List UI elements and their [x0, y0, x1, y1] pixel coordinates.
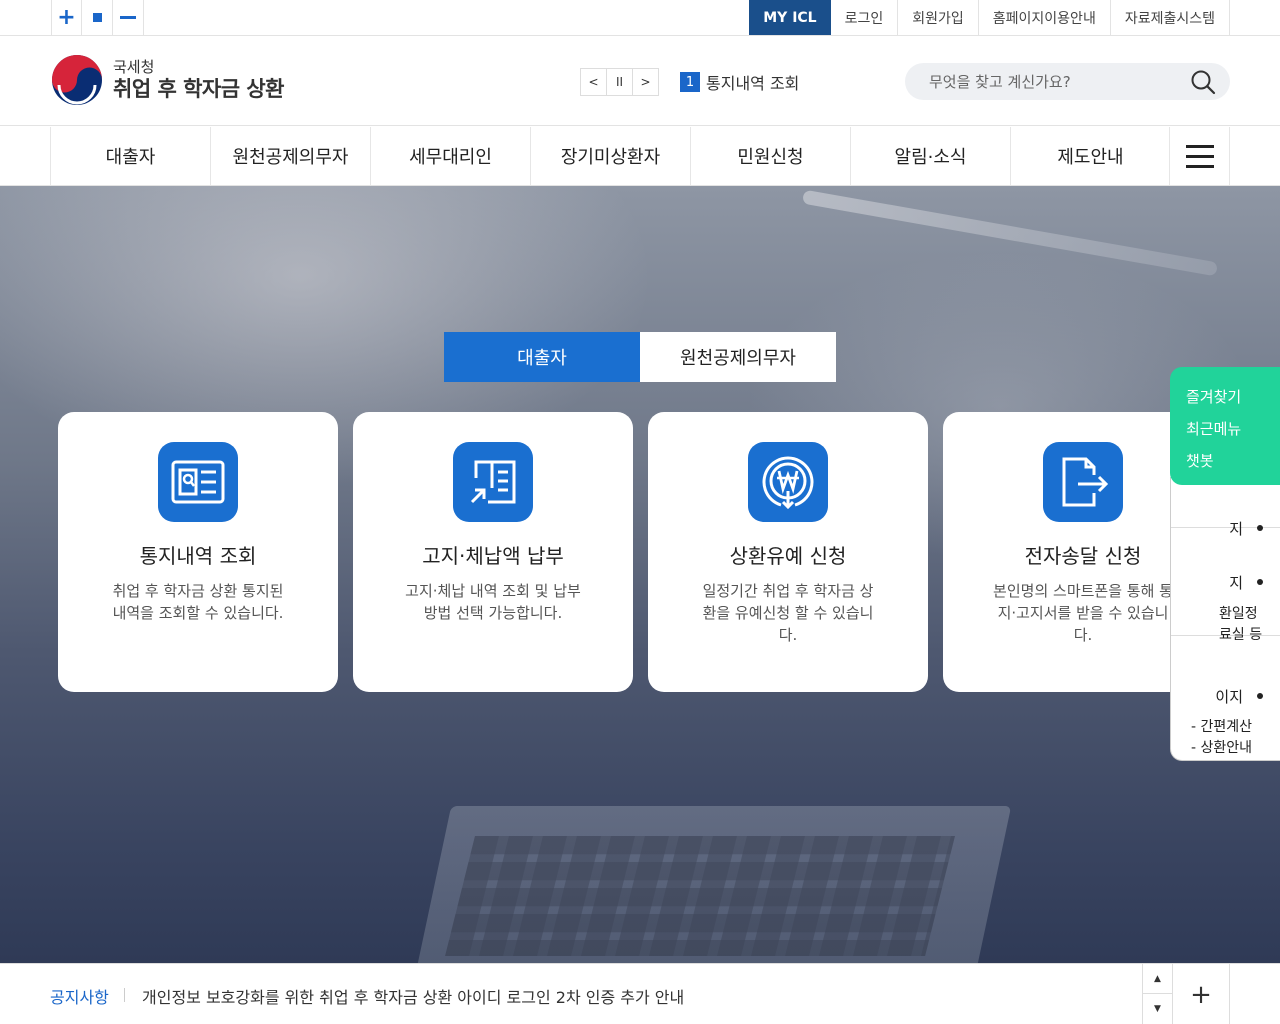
notice-message-link[interactable]: 개인정보 보호강화를 위한 취업 후 학자금 상환 아이디 로그인 2차 인증 …	[142, 984, 684, 1008]
square-icon	[92, 13, 102, 22]
hamburger-menu-icon[interactable]	[1169, 127, 1230, 185]
card-description: 고지·체납 내역 조회 및 납부방법 선택 가능합니다.	[405, 582, 581, 622]
document-export-icon	[1043, 442, 1123, 522]
zoom-controls: +	[51, 0, 144, 35]
nav-item-borrower[interactable]: 대출자	[50, 127, 210, 185]
taegeuk-logo-icon	[52, 55, 102, 105]
search-input[interactable]	[929, 63, 1179, 100]
card-payment[interactable]: 고지·체납액 납부 고지·체납 내역 조회 및 납부방법 선택 가능합니다.	[353, 412, 633, 692]
minus-icon	[120, 16, 136, 19]
notice-more-button[interactable]: +	[1172, 964, 1230, 1024]
site-header: 국세청 취업 후 학자금 상환 < II > 1 통지내역 조회	[0, 36, 1280, 126]
card-title: 고지·체납액 납부	[422, 544, 564, 568]
hero-section: 대출자 원천공제의무자 통지내역 조회 취업 후 학자금 상환 통지된 내역을 …	[0, 186, 1280, 963]
zoom-reset-button[interactable]	[82, 0, 113, 35]
nav-item-withholding-agent[interactable]: 원천공제의무자	[210, 127, 370, 185]
zoom-in-button[interactable]: +	[51, 0, 82, 35]
quick-menu-green: 즐겨찾기 최근메뉴 챗봇	[1170, 367, 1280, 485]
notice-next-button[interactable]: ▼	[1143, 994, 1172, 1024]
quick-link-2[interactable]: 지 환일정 료실 등	[1171, 528, 1280, 643]
data-submission-link[interactable]: 자료제출시스템	[1111, 0, 1230, 35]
top-utility-bar: + MY ICL 로그인 회원가입 홈페이지이용안내 자료제출시스템	[0, 0, 1280, 36]
nav-item-civil-request[interactable]: 민원신청	[690, 127, 850, 185]
document-search-icon	[158, 442, 238, 522]
service-cards: 통지내역 조회 취업 후 학자금 상환 통지된 내역을 조회할 수 있습니다. …	[58, 412, 1223, 692]
nav-item-tax-agent[interactable]: 세무대리인	[370, 127, 530, 185]
quick-recent-menu[interactable]: 최근메뉴	[1186, 413, 1280, 445]
my-icl-link[interactable]: MY ICL	[749, 0, 831, 35]
prev-button[interactable]: <	[580, 68, 607, 96]
card-notice-inquiry[interactable]: 통지내역 조회 취업 후 학자금 상환 통지된 내역을 조회할 수 있습니다.	[58, 412, 338, 692]
card-deferral[interactable]: 상환유예 신청 일정기간 취업 후 학자금 상환을 유예신청 할 수 있습니다.	[648, 412, 928, 692]
notice-divider	[124, 988, 125, 1002]
quick-chatbot[interactable]: 챗봇	[1186, 445, 1280, 477]
nav-item-news[interactable]: 알림·소식	[850, 127, 1010, 185]
card-title: 통지내역 조회	[139, 544, 257, 568]
main-navigation: 대출자 원천공제의무자 세무대리인 장기미상환자 민원신청 알림·소식 제도안내	[0, 127, 1280, 186]
tab-borrower[interactable]: 대출자	[444, 332, 640, 382]
notice-arrows: ▲ ▼	[1142, 964, 1172, 1024]
card-title: 상환유예 신청	[729, 544, 847, 568]
zoom-out-button[interactable]	[113, 0, 144, 35]
search-box	[905, 63, 1230, 100]
card-description: 본인명의 스마트폰을 통해 통지·고지서를 받을 수 있습니다.	[993, 582, 1173, 644]
logo-subtitle: 국세청	[113, 58, 155, 76]
rolling-ticker[interactable]: 1 통지내역 조회	[680, 70, 799, 94]
nav-item-long-term-unpaid[interactable]: 장기미상환자	[530, 127, 690, 185]
hero-tabs: 대출자 원천공제의무자	[444, 332, 836, 382]
document-arrow-icon	[453, 442, 533, 522]
tab-withholding-agent[interactable]: 원천공제의무자	[640, 332, 836, 382]
pause-button[interactable]: II	[606, 68, 633, 96]
quick-menu-links: 지 지 환일정 료실 등 이지 - 간편계산 - 상환안내	[1170, 477, 1280, 761]
next-button[interactable]: >	[632, 68, 659, 96]
quick-link-3[interactable]: 이지 - 간편계산 - 상환안내	[1171, 636, 1280, 762]
ticker-index: 1	[680, 72, 700, 92]
card-description: 일정기간 취업 후 학자금 상환을 유예신청 할 수 있습니다.	[702, 582, 874, 644]
notice-prev-button[interactable]: ▲	[1143, 964, 1172, 994]
rolling-controls: < II >	[580, 68, 659, 96]
background-pen-decoration	[801, 189, 1219, 277]
nav-item-system-guide[interactable]: 제도안내	[1010, 127, 1170, 185]
login-link[interactable]: 로그인	[831, 0, 899, 35]
card-description: 취업 후 학자금 상환 통지된 내역을 조회할 수 있습니다.	[112, 582, 284, 622]
notice-label: 공지사항	[50, 988, 109, 1007]
notice-bar: 공지사항 개인정보 보호강화를 위한 취업 후 학자금 상환 아이디 로그인 2…	[0, 963, 1280, 1024]
quick-favorites[interactable]: 즐겨찾기	[1186, 381, 1280, 413]
site-logo[interactable]: 국세청 취업 후 학자금 상환	[51, 54, 285, 106]
ticker-text: 통지내역 조회	[706, 74, 800, 93]
background-keyboard-decoration	[445, 836, 955, 956]
signup-link[interactable]: 회원가입	[898, 0, 979, 35]
won-coin-icon	[748, 442, 828, 522]
quick-link-1[interactable]: 지	[1171, 478, 1280, 538]
site-guide-link[interactable]: 홈페이지이용안내	[979, 0, 1111, 35]
quick-menu-panel: 즐겨찾기 최근메뉴 챗봇 지 지 환일정 료실 등 이지 - 간편계산 - 상환…	[1170, 367, 1280, 761]
utility-links: MY ICL 로그인 회원가입 홈페이지이용안내 자료제출시스템	[749, 0, 1230, 35]
plus-icon: +	[57, 4, 76, 30]
search-icon[interactable]	[1190, 69, 1216, 95]
logo-title: 취업 후 학자금 상환	[113, 77, 285, 101]
